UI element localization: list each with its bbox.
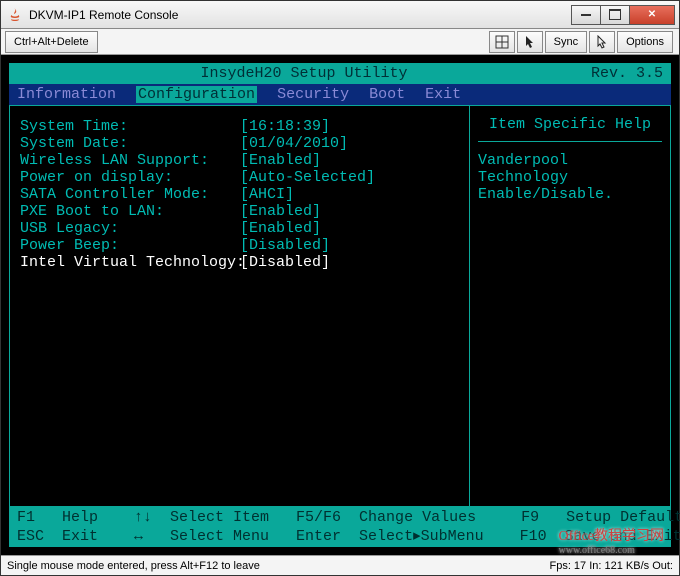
bios-settings-panel[interactable]: System Time:[16:18:39]System Date:[01/04… xyxy=(10,106,470,506)
setting-value: [Disabled] xyxy=(240,237,330,254)
setting-label: Intel Virtual Technology: xyxy=(20,254,240,271)
bios-setting-row[interactable]: System Date:[01/04/2010] xyxy=(20,135,459,152)
java-icon xyxy=(7,7,23,23)
statusbar: Single mouse mode entered, press Alt+F12… xyxy=(1,555,679,575)
bios-help-body: Vanderpool Technology Enable/Disable. xyxy=(478,152,662,203)
bios-setting-row[interactable]: Wireless LAN Support:[Enabled] xyxy=(20,152,459,169)
remote-console: InsydeH20 Setup Utility Rev. 3.5 Informa… xyxy=(1,55,679,555)
bios-tab-exit[interactable]: Exit xyxy=(425,86,461,103)
bios-tab-security[interactable]: Security xyxy=(277,86,349,103)
setting-value: [16:18:39] xyxy=(240,118,330,135)
setting-label: USB Legacy: xyxy=(20,220,240,237)
bios-revision: Rev. 3.5 xyxy=(591,65,663,82)
bios-setting-row[interactable]: USB Legacy:[Enabled] xyxy=(20,220,459,237)
bios-setting-row[interactable]: SATA Controller Mode:[AHCI] xyxy=(20,186,459,203)
titlebar[interactable]: DKVM-IP1 Remote Console ✕ xyxy=(1,1,679,29)
cursor-solid-icon[interactable] xyxy=(517,31,543,53)
setting-label: Power Beep: xyxy=(20,237,240,254)
setting-value: [Enabled] xyxy=(240,220,321,237)
bios-screen[interactable]: InsydeH20 Setup Utility Rev. 3.5 Informa… xyxy=(9,63,671,547)
setting-label: PXE Boot to LAN: xyxy=(20,203,240,220)
minimize-button[interactable] xyxy=(571,5,601,25)
bios-tab-information[interactable]: Information xyxy=(17,86,116,103)
bios-setting-row[interactable]: Power on display:[Auto-Selected] xyxy=(20,169,459,186)
setting-value: [01/04/2010] xyxy=(240,135,348,152)
setting-value: [AHCI] xyxy=(240,186,294,203)
setting-value: [Enabled] xyxy=(240,203,321,220)
maximize-button[interactable] xyxy=(600,5,630,25)
setting-label: System Date: xyxy=(20,135,240,152)
close-button[interactable]: ✕ xyxy=(629,5,675,25)
toolbar: Ctrl+Alt+Delete Sync Options xyxy=(1,29,679,55)
sync-button[interactable]: Sync xyxy=(545,31,587,53)
bios-tab-bar[interactable]: Information Configuration Security Boot Exit xyxy=(9,84,671,105)
bios-help-panel: Item Specific Help Vanderpool Technology… xyxy=(470,106,670,506)
bios-setting-row[interactable]: System Time:[16:18:39] xyxy=(20,118,459,135)
fullscreen-icon[interactable] xyxy=(489,31,515,53)
setting-value: [Disabled] xyxy=(240,254,330,271)
bios-tab-boot[interactable]: Boot xyxy=(369,86,405,103)
setting-label: Wireless LAN Support: xyxy=(20,152,240,169)
setting-label: System Time: xyxy=(20,118,240,135)
bios-setting-row[interactable]: Intel Virtual Technology:[Disabled] xyxy=(20,254,459,271)
ctrl-alt-delete-button[interactable]: Ctrl+Alt+Delete xyxy=(5,31,98,53)
bios-setting-row[interactable]: Power Beep:[Disabled] xyxy=(20,237,459,254)
footer-row: F1 Help ↑↓ Select Item F5/F6 Change Valu… xyxy=(17,509,663,526)
status-right: Fps: 17 In: 121 KB/s Out: xyxy=(549,560,673,572)
cursor-outline-icon[interactable] xyxy=(589,31,615,53)
window-title: DKVM-IP1 Remote Console xyxy=(29,8,572,22)
setting-value: [Auto-Selected] xyxy=(240,169,375,186)
bios-tab-configuration[interactable]: Configuration xyxy=(136,86,257,103)
setting-value: [Enabled] xyxy=(240,152,321,169)
setting-label: Power on display: xyxy=(20,169,240,186)
status-left: Single mouse mode entered, press Alt+F12… xyxy=(7,560,260,572)
bios-header: InsydeH20 Setup Utility Rev. 3.5 xyxy=(9,63,671,84)
setting-label: SATA Controller Mode: xyxy=(20,186,240,203)
bios-title: InsydeH20 Setup Utility xyxy=(17,65,591,82)
app-window: DKVM-IP1 Remote Console ✕ Ctrl+Alt+Delet… xyxy=(0,0,680,576)
options-button[interactable]: Options xyxy=(617,31,673,53)
bios-help-title: Item Specific Help xyxy=(478,116,662,142)
bios-setting-row[interactable]: PXE Boot to LAN:[Enabled] xyxy=(20,203,459,220)
watermark: Office教程学习网 www.office68.com xyxy=(559,525,665,556)
